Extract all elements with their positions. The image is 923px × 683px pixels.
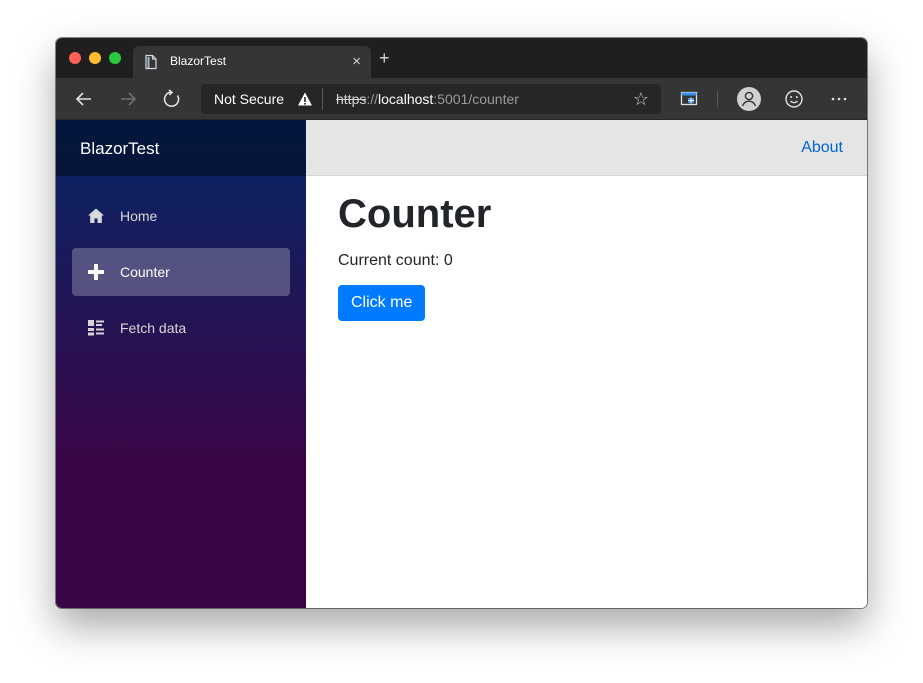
sidebar-item-fetch-data[interactable]: Fetch data	[72, 304, 290, 352]
url-scheme: https	[336, 91, 367, 107]
address-bar[interactable]: Not Secure https://localhost:5001/counte…	[201, 84, 661, 114]
current-count-text: Current count: 0	[338, 252, 453, 269]
sidebar-item-home[interactable]: Home	[72, 192, 290, 240]
top-row: About	[306, 120, 867, 176]
sidebar: BlazorTest Home Counter Fetch data	[56, 120, 306, 608]
browser-titlebar: BlazorTest × +	[56, 38, 867, 78]
new-tab-button[interactable]: +	[379, 49, 390, 67]
brand-link[interactable]: BlazorTest	[80, 139, 159, 159]
url-host: localhost	[378, 91, 434, 107]
window-close-button[interactable]	[69, 52, 81, 64]
browser-window: BlazorTest × + Not Secure https://localh…	[56, 38, 867, 608]
warning-icon[interactable]	[297, 91, 313, 107]
profile-icon[interactable]	[736, 86, 762, 112]
page-viewport: BlazorTest Home Counter Fetch data About…	[56, 120, 867, 608]
list-icon	[86, 318, 106, 338]
tab-close-icon[interactable]: ×	[352, 53, 361, 70]
sidebar-item-label: Counter	[120, 264, 170, 280]
sidebar-item-label: Fetch data	[120, 320, 187, 336]
sidebar-item-counter[interactable]: Counter	[72, 248, 290, 296]
page-title: Counter	[338, 192, 492, 236]
feedback-smiley-icon[interactable]	[781, 86, 807, 112]
home-icon	[86, 206, 106, 226]
url-path: :5001/counter	[433, 91, 519, 107]
toolbar-divider	[717, 91, 718, 107]
main-area: About Counter Current count: 0 Click me	[306, 120, 867, 608]
forward-arrow-icon[interactable]	[115, 86, 141, 112]
collections-icon[interactable]	[676, 86, 702, 112]
click-me-button[interactable]: Click me	[338, 285, 426, 321]
url-text[interactable]: https://localhost:5001/counter	[336, 91, 519, 107]
address-divider	[322, 88, 323, 110]
more-menu-icon[interactable]	[826, 86, 852, 112]
browser-tab[interactable]: BlazorTest ×	[133, 46, 371, 78]
url-separator: ://	[366, 91, 379, 107]
back-arrow-icon[interactable]	[71, 86, 97, 112]
favorite-star-icon[interactable]: ☆	[633, 89, 649, 109]
plus-icon	[86, 262, 106, 282]
security-label[interactable]: Not Secure	[214, 91, 284, 107]
sidebar-header: BlazorTest	[56, 120, 306, 176]
window-maximize-button[interactable]	[109, 52, 121, 64]
sidebar-item-label: Home	[120, 208, 158, 224]
page-icon	[143, 54, 159, 70]
window-minimize-button[interactable]	[89, 52, 101, 64]
about-link[interactable]: About	[801, 139, 843, 157]
browser-toolbar: Not Secure https://localhost:5001/counte…	[56, 78, 867, 120]
page-content: Counter Current count: 0 Click me	[338, 194, 491, 321]
tab-title: BlazorTest	[170, 54, 227, 68]
reload-icon[interactable]	[159, 86, 185, 112]
